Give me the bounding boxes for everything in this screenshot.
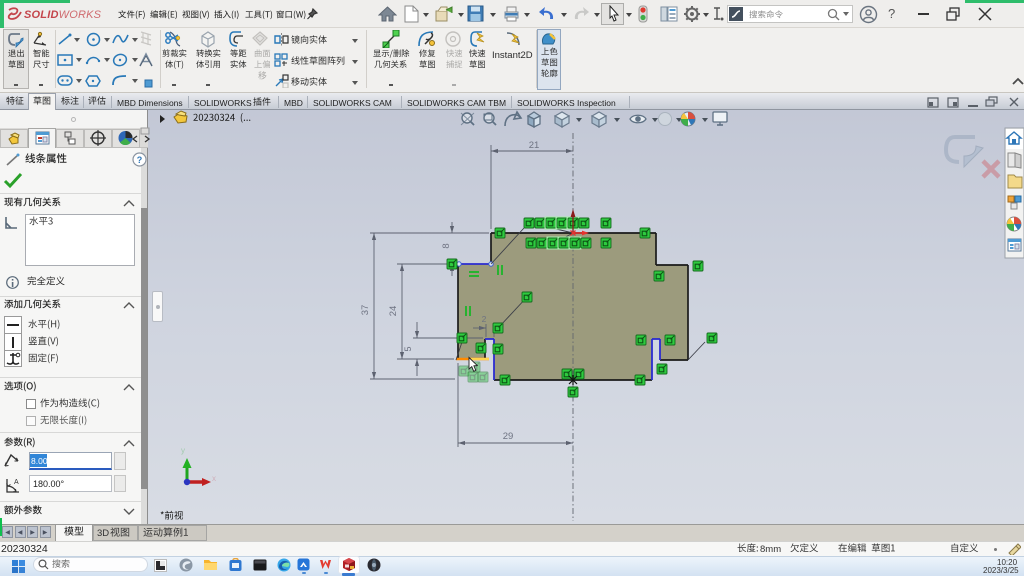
svg-text:29: 29 [503, 431, 514, 442]
svg-text:8: 8 [441, 243, 452, 248]
svg-text:2: 2 [482, 314, 487, 324]
svg-text:24: 24 [388, 306, 399, 317]
svg-text:y: y [181, 446, 185, 455]
svg-text:x: x [212, 474, 216, 483]
svg-text:37: 37 [360, 305, 371, 316]
svg-text:A: A [14, 479, 19, 486]
svg-text:21: 21 [529, 140, 540, 151]
svg-text:?: ? [137, 155, 143, 165]
svg-text:5: 5 [403, 346, 413, 351]
